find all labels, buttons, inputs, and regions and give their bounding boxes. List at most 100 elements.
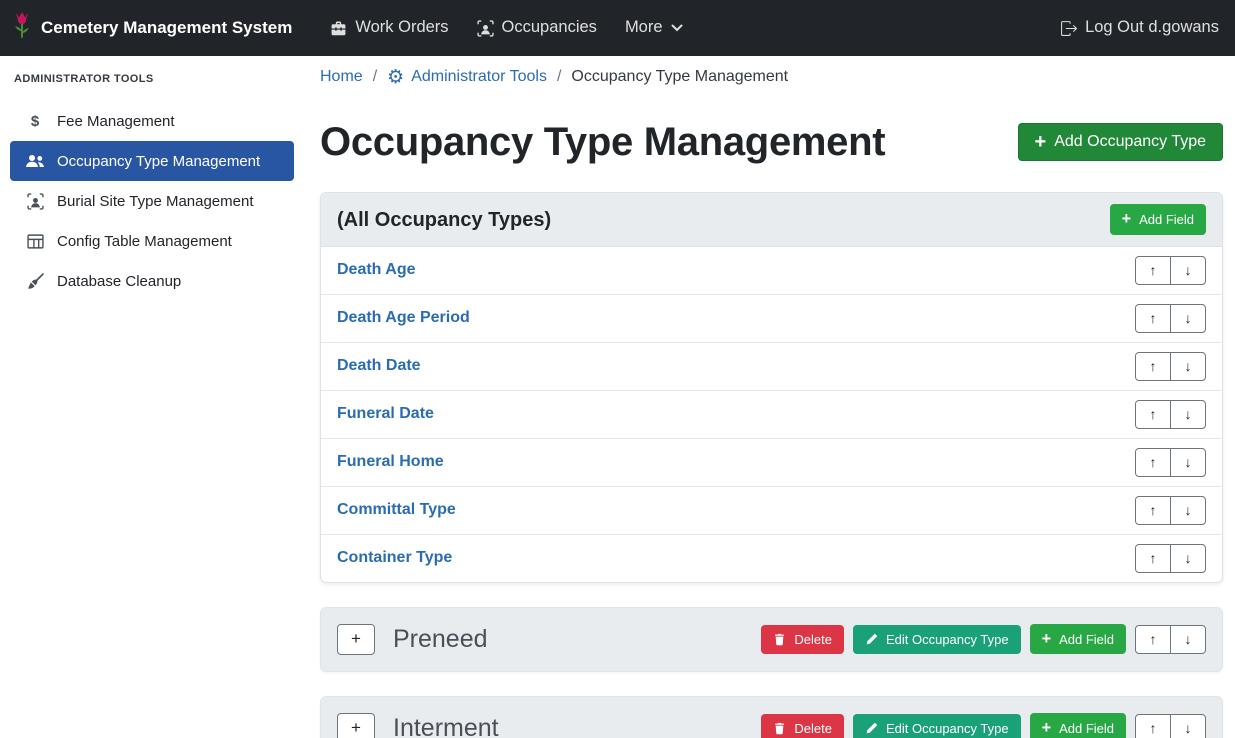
move-down-button[interactable]: ↓ [1170, 400, 1206, 429]
reorder-group: ↑ ↓ [1135, 400, 1206, 429]
add-field-button[interactable]: + Add Field [1110, 204, 1206, 234]
reorder-group: ↑ ↓ [1135, 448, 1206, 477]
plus-icon: + [1042, 720, 1052, 736]
field-row: Funeral Date ↑ ↓ [321, 390, 1222, 438]
move-up-button[interactable]: ↑ [1135, 714, 1171, 738]
nav-label: Occupancies [502, 16, 597, 39]
edit-occupancy-type-button[interactable]: Edit Occupancy Type [853, 714, 1021, 738]
nav-occupancies[interactable]: Occupancies [463, 8, 611, 47]
app-title: Cemetery Management System [41, 16, 292, 40]
reorder-group: ↑ ↓ [1135, 714, 1206, 738]
up-arrow-icon: ↑ [1150, 454, 1157, 470]
field-row: Death Age Period ↑ ↓ [321, 294, 1222, 342]
reorder-group: ↑ ↓ [1135, 544, 1206, 573]
move-up-button[interactable]: ↑ [1135, 304, 1171, 333]
field-link[interactable]: Committal Type [337, 499, 456, 521]
sidebar-item-config-table-management[interactable]: Config Table Management [10, 221, 294, 261]
chevron-down-icon [671, 24, 683, 32]
sidebar-item-label: Config Table Management [57, 231, 232, 252]
sidebar-item-label: Fee Management [57, 111, 175, 132]
down-arrow-icon: ↓ [1185, 631, 1192, 647]
sidebar-item-fee-management[interactable]: $ Fee Management [10, 101, 294, 141]
delete-button[interactable]: Delete [761, 714, 844, 738]
move-up-button[interactable]: ↑ [1135, 352, 1171, 381]
expand-button[interactable]: + [337, 713, 375, 738]
primary-nav: Work Orders Occupancies More [316, 8, 696, 47]
users-icon [24, 153, 46, 169]
app-brand[interactable]: Cemetery Management System [12, 11, 292, 46]
move-up-button[interactable]: ↑ [1135, 448, 1171, 477]
field-link[interactable]: Funeral Home [337, 451, 444, 473]
plus-icon: + [351, 629, 361, 649]
move-up-button[interactable]: ↑ [1135, 256, 1171, 285]
add-field-button[interactable]: + Add Field [1030, 624, 1126, 654]
move-up-button[interactable]: ↑ [1135, 544, 1171, 573]
field-link[interactable]: Container Type [337, 547, 452, 569]
reorder-group: ↑ ↓ [1135, 256, 1206, 285]
card-title: (All Occupancy Types) [337, 206, 551, 234]
reorder-group: ↑ ↓ [1135, 496, 1206, 525]
breadcrumb-admin-tools[interactable]: ⚙ Administrator Tools [387, 66, 547, 88]
move-up-button[interactable]: ↑ [1135, 400, 1171, 429]
sidebar-item-database-cleanup[interactable]: Database Cleanup [10, 261, 294, 301]
breadcrumb-current: Occupancy Type Management [571, 66, 788, 88]
move-down-button[interactable]: ↓ [1170, 352, 1206, 381]
move-down-button[interactable]: ↓ [1170, 448, 1206, 477]
button-label: Add Field [1139, 212, 1194, 227]
person-bounding-box-icon [24, 193, 46, 210]
move-down-button[interactable]: ↓ [1170, 625, 1206, 654]
sidebar-item-burial-site-type-management[interactable]: Burial Site Type Management [10, 181, 294, 221]
move-up-button[interactable]: ↑ [1135, 496, 1171, 525]
add-field-label: Add Field [1059, 632, 1114, 647]
add-field-button[interactable]: + Add Field [1030, 713, 1126, 738]
move-up-button[interactable]: ↑ [1135, 625, 1171, 654]
breadcrumb-home[interactable]: Home [320, 66, 363, 88]
field-row: Funeral Home ↑ ↓ [321, 438, 1222, 486]
breadcrumb-separator: / [373, 66, 377, 88]
move-down-button[interactable]: ↓ [1170, 304, 1206, 333]
section-actions: Delete Edit Occupancy Type + Add Field ↑ [761, 713, 1206, 738]
reorder-group: ↑ ↓ [1135, 352, 1206, 381]
move-down-button[interactable]: ↓ [1170, 496, 1206, 525]
section-title: Interment [393, 711, 499, 738]
field-row: Committal Type ↑ ↓ [321, 486, 1222, 534]
field-link[interactable]: Death Age [337, 259, 416, 281]
tulip-logo-icon [12, 11, 32, 46]
field-row: Container Type ↑ ↓ [321, 534, 1222, 582]
plus-icon: + [1042, 631, 1052, 647]
move-down-button[interactable]: ↓ [1170, 256, 1206, 285]
logout-button[interactable]: Log Out d.gowans [1046, 8, 1219, 47]
toolbox-icon [330, 20, 347, 37]
top-navbar: Cemetery Management System Work Orders [0, 0, 1235, 56]
occupancy-type-section: + Preneed Delete Edit Occupanc [320, 607, 1223, 672]
edit-occupancy-type-button[interactable]: Edit Occupancy Type [853, 625, 1021, 654]
section-actions: Delete Edit Occupancy Type + Add Field ↑ [761, 624, 1206, 654]
up-arrow-icon: ↑ [1150, 631, 1157, 647]
delete-button[interactable]: Delete [761, 625, 844, 654]
field-link[interactable]: Death Age Period [337, 307, 470, 329]
expand-button[interactable]: + [337, 624, 375, 655]
add-occupancy-type-button[interactable]: + Add Occupancy Type [1018, 123, 1223, 161]
up-arrow-icon: ↑ [1150, 406, 1157, 422]
sidebar-item-occupancy-type-management[interactable]: Occupancy Type Management [10, 141, 294, 181]
field-link[interactable]: Funeral Date [337, 403, 434, 425]
person-bounding-box-icon [477, 20, 494, 37]
occupancy-type-section: + Interment Delete Edit Occupa [320, 696, 1223, 738]
plus-icon: + [1035, 132, 1047, 152]
all-occupancy-types-card: (All Occupancy Types) + Add Field Death … [320, 192, 1223, 582]
move-down-button[interactable]: ↓ [1170, 714, 1206, 738]
nav-more[interactable]: More [611, 8, 697, 47]
breadcrumb-separator: / [557, 66, 561, 88]
table-icon [24, 233, 46, 250]
field-link[interactable]: Death Date [337, 355, 421, 377]
move-down-button[interactable]: ↓ [1170, 544, 1206, 573]
edit-label: Edit Occupancy Type [886, 721, 1009, 736]
field-row: Death Age ↑ ↓ [321, 247, 1222, 294]
edit-label: Edit Occupancy Type [886, 632, 1009, 647]
field-row: Death Date ↑ ↓ [321, 342, 1222, 390]
nav-work-orders[interactable]: Work Orders [316, 8, 462, 47]
up-arrow-icon: ↑ [1150, 262, 1157, 278]
trash-icon [773, 633, 786, 646]
nav-label: Work Orders [355, 16, 448, 39]
down-arrow-icon: ↓ [1185, 502, 1192, 518]
